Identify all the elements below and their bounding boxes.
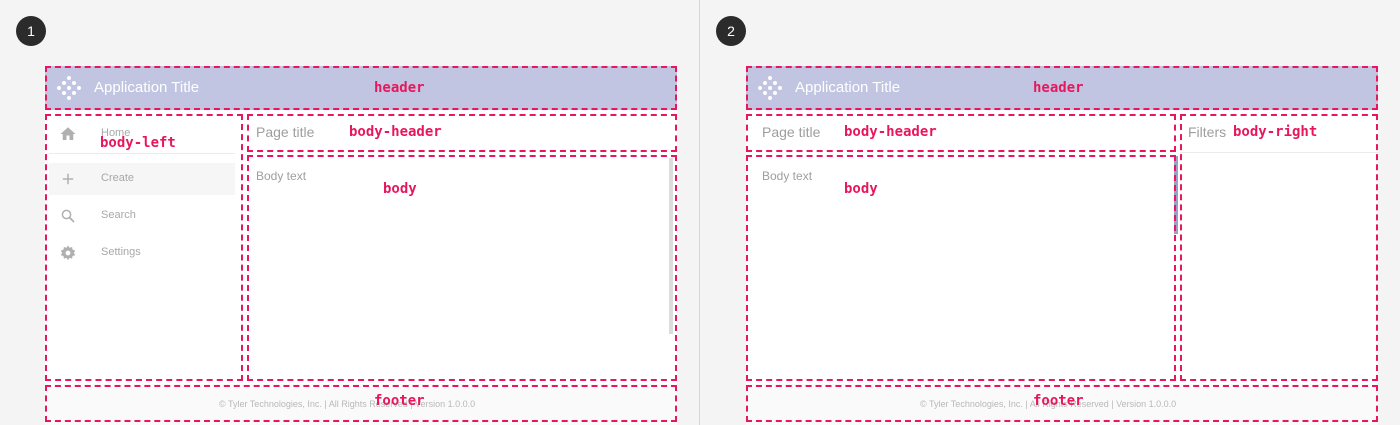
step-badge: 1	[16, 16, 46, 46]
step-badge: 2	[716, 16, 746, 46]
body-right-region-outline	[1180, 114, 1378, 381]
body-region-label: body	[383, 181, 417, 197]
body-header-region-outline	[746, 114, 1176, 152]
layout-panel-1: 1 Application Title Home Create Search S…	[0, 0, 699, 425]
body-region-outline	[247, 155, 677, 381]
footer-region-label: footer	[1033, 393, 1084, 409]
footer-region-outline	[45, 385, 677, 422]
body-left-region-label: body-left	[100, 135, 176, 151]
header-region-outline	[45, 66, 677, 110]
layout-panel-2: 2 Application Title Page title Body text…	[700, 0, 1400, 425]
body-header-region-label: body-header	[349, 124, 442, 140]
header-region-label: header	[374, 80, 425, 96]
body-right-region-label: body-right	[1233, 124, 1318, 140]
body-region-label: body	[844, 181, 878, 197]
body-left-region-outline	[45, 114, 243, 381]
body-region-outline	[746, 155, 1176, 381]
body-header-region-outline	[247, 114, 677, 152]
footer-region-label: footer	[374, 393, 425, 409]
body-header-region-label: body-header	[844, 124, 937, 140]
header-region-label: header	[1033, 80, 1084, 96]
